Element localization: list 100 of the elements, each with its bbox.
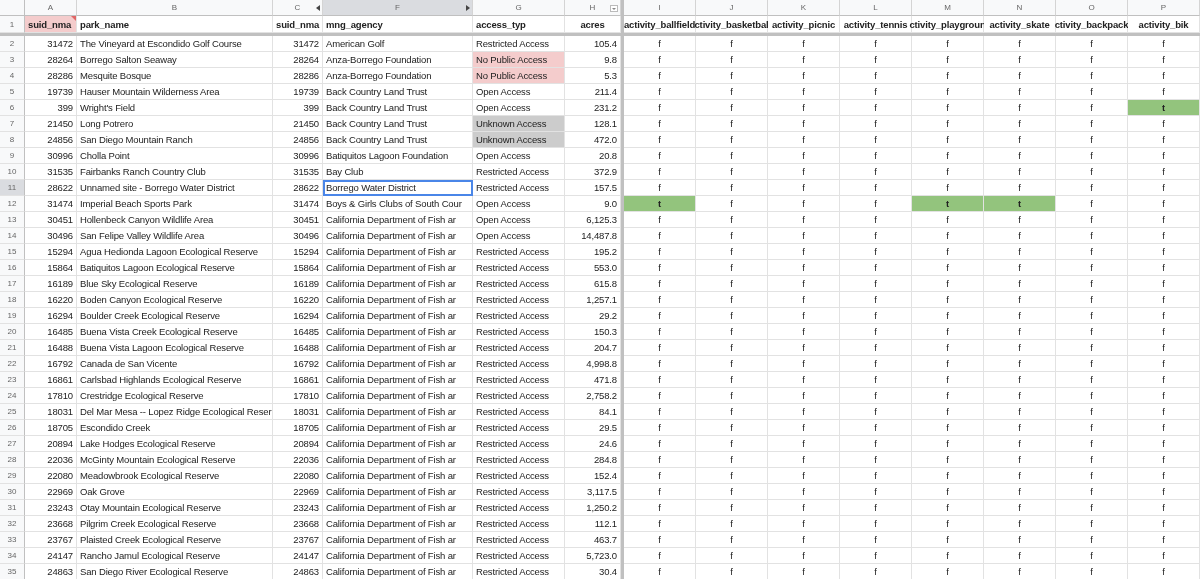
column-header[interactable]: L <box>840 0 912 16</box>
hidden-columns-icon[interactable] <box>316 5 320 11</box>
table-cell: f <box>912 148 984 164</box>
column-header[interactable]: O <box>1056 0 1128 16</box>
table-cell: f <box>840 500 912 516</box>
row-number[interactable]: 2 <box>0 36 25 52</box>
table-cell: f <box>1128 196 1200 212</box>
table-cell: f <box>840 100 912 116</box>
column-header[interactable]: C <box>273 0 323 16</box>
column-header[interactable]: N <box>984 0 1056 16</box>
row-number[interactable]: 22 <box>0 356 25 372</box>
table-cell: f <box>984 340 1056 356</box>
row-number[interactable]: 9 <box>0 148 25 164</box>
row-number[interactable]: 7 <box>0 116 25 132</box>
row-number[interactable]: 21 <box>0 340 25 356</box>
column-heading: park_name <box>77 16 273 33</box>
column-header[interactable]: M <box>912 0 984 16</box>
column-header[interactable]: B <box>77 0 273 16</box>
table-cell: 16189 <box>273 276 323 292</box>
column-header[interactable]: I <box>624 0 696 16</box>
row-number[interactable]: 25 <box>0 404 25 420</box>
row-number[interactable]: 29 <box>0 468 25 484</box>
table-cell: f <box>1056 388 1128 404</box>
row-number[interactable]: 28 <box>0 452 25 468</box>
table-cell: f <box>912 164 984 180</box>
table-cell: f <box>624 212 696 228</box>
table-cell: f <box>768 36 840 52</box>
row-number[interactable]: 14 <box>0 228 25 244</box>
column-header[interactable]: H <box>565 0 621 16</box>
table-cell: 23767 <box>25 532 77 548</box>
table-cell: f <box>984 484 1056 500</box>
row-number[interactable]: 1 <box>0 16 25 33</box>
row-number[interactable]: 18 <box>0 292 25 308</box>
table-cell: f <box>1056 68 1128 84</box>
row-number[interactable]: 31 <box>0 500 25 516</box>
column-header[interactable]: J <box>696 0 768 16</box>
dropdown-icon[interactable] <box>610 5 618 12</box>
table-cell: f <box>984 52 1056 68</box>
table-cell: f <box>1128 84 1200 100</box>
row-number[interactable]: 13 <box>0 212 25 228</box>
table-cell: 31474 <box>273 196 323 212</box>
table-cell: Escondido Creek <box>77 420 273 436</box>
table-cell: f <box>840 116 912 132</box>
table-cell: 21450 <box>273 116 323 132</box>
row-number[interactable]: 12 <box>0 196 25 212</box>
table-cell: f <box>768 132 840 148</box>
table-cell: f <box>984 388 1056 404</box>
row-number[interactable]: 19 <box>0 308 25 324</box>
row-number[interactable]: 24 <box>0 388 25 404</box>
table-cell: f <box>1128 212 1200 228</box>
row-number[interactable]: 10 <box>0 164 25 180</box>
table-cell: t <box>984 196 1056 212</box>
row-number[interactable]: 20 <box>0 324 25 340</box>
row-number[interactable]: 30 <box>0 484 25 500</box>
column-header[interactable]: K <box>768 0 840 16</box>
column-header[interactable]: P <box>1128 0 1200 16</box>
row-number[interactable]: 6 <box>0 100 25 116</box>
row-number[interactable]: 17 <box>0 276 25 292</box>
column-header[interactable]: F <box>323 0 473 16</box>
row-number[interactable]: 23 <box>0 372 25 388</box>
row-number[interactable]: 35 <box>0 564 25 579</box>
row-number[interactable]: 3 <box>0 52 25 68</box>
row-number[interactable]: 8 <box>0 132 25 148</box>
table-cell: f <box>696 468 768 484</box>
table-cell: f <box>696 372 768 388</box>
table-cell: f <box>768 340 840 356</box>
table-cell: Long Potrero <box>77 116 273 132</box>
row-number[interactable]: 5 <box>0 84 25 100</box>
row-number[interactable]: 32 <box>0 516 25 532</box>
table-cell: 31474 <box>25 196 77 212</box>
column-header[interactable]: G <box>473 0 565 16</box>
column-header[interactable]: A <box>25 0 77 16</box>
table-cell: f <box>768 180 840 196</box>
row-number[interactable]: 15 <box>0 244 25 260</box>
table-cell: f <box>768 356 840 372</box>
row-number[interactable]: 27 <box>0 436 25 452</box>
table-cell: 28622 <box>273 180 323 196</box>
table-cell: f <box>912 548 984 564</box>
table-cell: 29.2 <box>565 308 621 324</box>
table-cell: 152.4 <box>565 468 621 484</box>
table-cell: f <box>912 484 984 500</box>
table-cell: 150.3 <box>565 324 621 340</box>
table-cell: f <box>912 116 984 132</box>
select-all-corner[interactable] <box>0 0 25 16</box>
row-number[interactable]: 26 <box>0 420 25 436</box>
row-number[interactable]: 16 <box>0 260 25 276</box>
row-number[interactable]: 4 <box>0 68 25 84</box>
table-cell: f <box>912 388 984 404</box>
table-cell: f <box>768 68 840 84</box>
table-cell: f <box>624 180 696 196</box>
table-cell: Agua Hedionda Lagoon Ecological Reserve <box>77 244 273 260</box>
hidden-columns-icon[interactable] <box>466 5 470 11</box>
table-cell: Boys & Girls Clubs of South Cour <box>323 196 473 212</box>
table-cell: f <box>1056 84 1128 100</box>
row-number[interactable]: 11 <box>0 180 25 196</box>
table-cell: f <box>768 532 840 548</box>
row-number[interactable]: 34 <box>0 548 25 564</box>
row-number[interactable]: 33 <box>0 532 25 548</box>
table-cell: f <box>696 84 768 100</box>
table-cell: Batiquitos Lagoon Foundation <box>323 148 473 164</box>
